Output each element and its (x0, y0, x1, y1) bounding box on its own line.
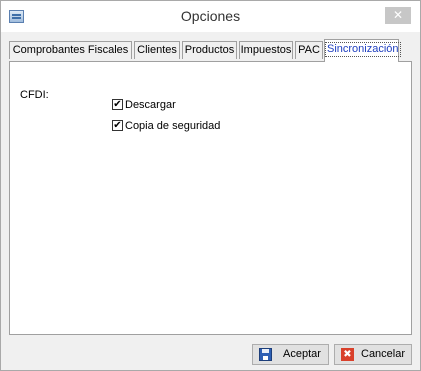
tab-clientes[interactable]: Clientes (134, 41, 180, 59)
tab-label: Sincronización (325, 42, 401, 57)
options-dialog: Opciones ✕ Comprobantes Fiscales Cliente… (0, 0, 421, 371)
save-icon (259, 348, 272, 361)
cancel-label: Cancelar (361, 348, 406, 360)
tab-label: Comprobantes Fiscales (12, 44, 129, 56)
copia-seguridad-label[interactable]: Copia de seguridad (125, 119, 220, 133)
tab-label: Impuestos (240, 44, 292, 56)
tab-comprobantes-fiscales[interactable]: Comprobantes Fiscales (9, 41, 132, 59)
descargar-label[interactable]: Descargar (125, 98, 176, 112)
cancel-button[interactable]: ✖ Cancelar (334, 344, 412, 365)
tab-panel-sincronizacion: CFDI: ✔ Descargar ✔ Copia de seguridad (9, 61, 412, 335)
tab-impuestos[interactable]: Impuestos (239, 41, 293, 59)
descargar-checkbox[interactable]: ✔ (112, 99, 123, 110)
close-icon[interactable]: ✕ (393, 8, 403, 22)
tab-label: Productos (184, 44, 235, 56)
accept-button[interactable]: Aceptar (252, 344, 329, 365)
tab-label: PAC (298, 44, 320, 56)
accept-label: Aceptar (283, 348, 321, 360)
window-title: Opciones (180, 8, 241, 24)
tab-pac[interactable]: PAC (295, 41, 323, 59)
tab-sincronizacion[interactable]: Sincronización (324, 39, 401, 62)
close-button[interactable]: ✕ (385, 7, 411, 24)
titlebar: Opciones ✕ (1, 1, 420, 32)
copia-seguridad-checkbox[interactable]: ✔ (112, 120, 123, 131)
cfdi-section-label: CFDI: (20, 89, 49, 101)
cancel-icon: ✖ (341, 348, 354, 361)
tab-label: Clientes (137, 44, 177, 56)
tab-productos[interactable]: Productos (182, 41, 237, 59)
